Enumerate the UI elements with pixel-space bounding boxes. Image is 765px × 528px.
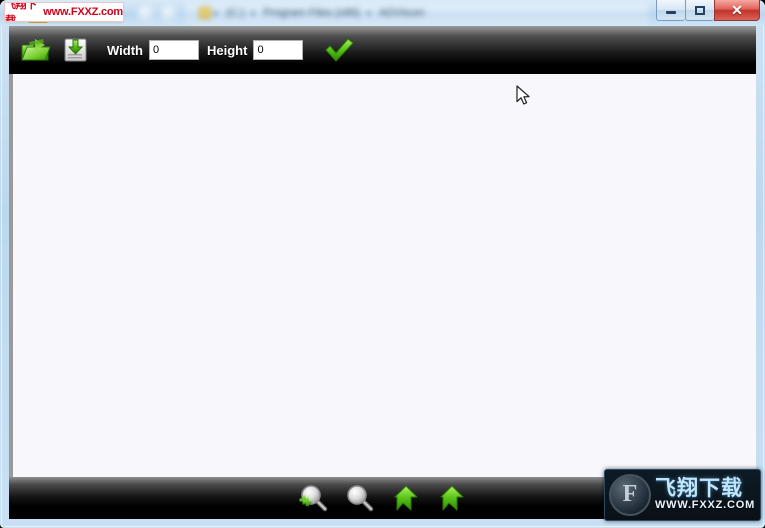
watermark-top-cn-text: 飞翔下载 xyxy=(5,2,37,22)
breadcrumb-sep-2: ▸ xyxy=(366,7,372,19)
close-icon: ✕ xyxy=(731,2,743,18)
apply-button[interactable] xyxy=(321,33,357,67)
watermark-logo-text: 飞翔下载 WWW.FXXZ.COM xyxy=(655,477,755,512)
application-body: Width Height xyxy=(9,26,756,519)
image-canvas[interactable] xyxy=(9,74,756,477)
minimize-button[interactable]: – xyxy=(656,0,685,21)
breadcrumb-sep-1: ▸ xyxy=(251,7,257,19)
back-arrow-icon[interactable] xyxy=(137,5,156,24)
forward-arrow-icon[interactable] xyxy=(160,5,179,24)
height-input[interactable] xyxy=(253,40,304,60)
height-label: Height xyxy=(206,42,248,58)
width-label: Width xyxy=(107,42,143,58)
rotate-left-arrow-icon-svg xyxy=(394,485,417,511)
canvas-surface[interactable] xyxy=(13,74,756,477)
folder-open-icon[interactable] xyxy=(19,33,53,67)
width-input[interactable] xyxy=(148,40,199,60)
breadcrumb[interactable]: ▸ (C:) ▸ Program Files (x86) ▸ ADVisum xyxy=(214,5,425,21)
watermark-logo-cn-text: 飞翔下载 xyxy=(655,476,743,501)
zoom-out-icon-svg xyxy=(346,485,373,512)
application-window: ▸ (C:) ▸ Program Files (x86) ▸ ADVisum –… xyxy=(0,0,765,528)
watermark-logo-url: WWW.FXXZ.COM xyxy=(655,499,756,512)
top-toolbar: Width Height xyxy=(9,26,756,74)
maximize-button[interactable]: □ xyxy=(685,0,714,21)
rotate-right-arrow-icon[interactable] xyxy=(435,481,469,515)
zoom-in-icon-svg xyxy=(299,485,327,512)
breadcrumb-item-program-files[interactable]: Program Files (x86) xyxy=(263,7,360,19)
breadcrumb-item-app[interactable]: ADVisum xyxy=(379,7,425,19)
save-icon[interactable] xyxy=(59,33,93,67)
rotate-left-arrow-icon[interactable] xyxy=(389,481,423,515)
minimize-icon xyxy=(666,11,676,14)
window-controls: – □ ✕ xyxy=(656,0,760,22)
watermark-logo: F 飞翔下载 WWW.FXXZ.COM xyxy=(604,469,761,521)
watermark-logo-letter: F xyxy=(622,481,638,507)
watermark-logo-mark-icon: F xyxy=(609,474,651,516)
breadcrumb-sep-0: ▸ xyxy=(214,7,220,19)
folder-icon xyxy=(199,7,211,19)
zoom-in-icon[interactable] xyxy=(297,481,331,515)
green-check-icon xyxy=(325,38,354,62)
maximize-icon xyxy=(695,5,705,15)
watermark-top-url: www.FXXZ.com xyxy=(43,6,123,18)
breadcrumb-item-drive[interactable]: (C:) xyxy=(226,7,244,19)
save-icon-svg xyxy=(64,38,87,62)
watermark-top: 飞翔下载 www.FXXZ.com xyxy=(4,2,124,22)
rotate-right-arrow-icon-svg xyxy=(440,485,463,511)
zoom-out-icon[interactable] xyxy=(343,481,377,515)
close-button[interactable]: ✕ xyxy=(714,0,760,21)
folder-open-icon-svg xyxy=(21,39,51,61)
